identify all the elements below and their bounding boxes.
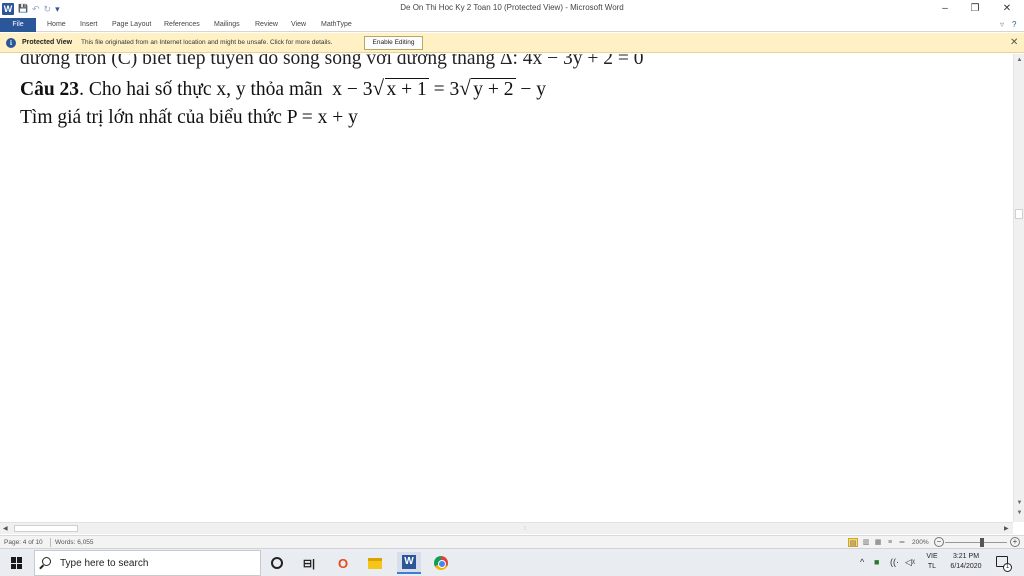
protected-view-close-icon[interactable]: ✕ (1010, 37, 1018, 48)
scroll-down-icon[interactable]: ▼ (1014, 500, 1024, 506)
horizontal-scrollbar[interactable]: ◀ ⁝ ▶ (0, 522, 1013, 534)
print-layout-view-icon[interactable]: ▤ (848, 538, 858, 547)
protected-view-bar: i Protected View This file originated fr… (0, 33, 1024, 53)
scroll-up-icon[interactable]: ▲ (1014, 57, 1024, 63)
notification-badge: 1 (1003, 563, 1012, 572)
zoom-out-button[interactable]: − (934, 537, 944, 547)
partial-line: đường tròn (C) biết tiếp tuyến đó song s… (20, 54, 644, 69)
web-layout-icon[interactable]: ▦ (873, 538, 883, 547)
start-button[interactable] (0, 549, 34, 576)
taskbar-search-box[interactable]: Type here to search (34, 550, 261, 576)
equation-part-b: = 3 (428, 79, 460, 100)
cortana-icon[interactable] (268, 554, 286, 572)
search-icon (42, 557, 51, 566)
scroll-left-icon[interactable]: ◀ (3, 525, 8, 532)
ribbon-tab-bar: File Home Insert Page Layout References … (0, 18, 1024, 32)
outline-view-icon[interactable]: ≡ (885, 538, 895, 547)
question-23-line: Câu 23. Cho hai số thực x, y thỏa mãn x … (20, 76, 644, 104)
window-title: De On Thi Hoc Ky 2 Toan 10 (Protected Vi… (400, 3, 624, 12)
security-tray-icon[interactable]: ■ (874, 557, 879, 567)
zoom-in-button[interactable]: + (1010, 537, 1020, 547)
enable-editing-button[interactable]: Enable Editing (364, 36, 423, 50)
tab-mailings[interactable]: Mailings (214, 20, 240, 30)
minimize-button[interactable]: – (938, 2, 952, 16)
file-explorer-icon[interactable] (366, 554, 384, 572)
clock-date: 6/14/2020 (950, 563, 982, 570)
word-taskbar-icon[interactable]: W (397, 552, 421, 574)
horizontal-scroll-thumb[interactable] (14, 525, 78, 532)
word-count[interactable]: Words: 6,055 (55, 538, 94, 547)
zoom-slider-thumb[interactable] (980, 538, 985, 547)
vertical-scrollbar[interactable]: ▲ ▼ ▼ (1013, 54, 1024, 522)
protected-view-title: Protected View (22, 39, 73, 46)
input-language[interactable]: VIE TL (922, 552, 942, 572)
taskbar-clock[interactable]: 3:21 PM 6/14/2020 (944, 552, 988, 572)
volume-icon[interactable]: ◁ᵡ (905, 557, 915, 567)
tab-mathtype[interactable]: MathType (321, 20, 352, 30)
title-bar: W 💾 ↶ ↻ ▾ De On Thi Hoc Ky 2 Toan 10 (Pr… (0, 0, 1024, 18)
status-separator (50, 538, 51, 547)
tab-file[interactable]: File (0, 18, 36, 32)
draft-view-icon[interactable]: ═ (897, 538, 907, 547)
equation-part-c: − y (515, 79, 547, 100)
input-method: TL (927, 563, 937, 570)
sqrt-symbol: √ (459, 76, 471, 100)
sqrt-radicand-y: y + 2 (471, 78, 516, 100)
zoom-level[interactable]: 200% (912, 538, 929, 547)
vertical-scroll-thumb[interactable] (1015, 209, 1023, 219)
question-23-text: . Cho hai số thực x, y thỏa mãn (79, 79, 323, 100)
collapse-ribbon-icon[interactable]: ▿ (1000, 20, 1004, 30)
question-23-label: Câu 23 (20, 79, 80, 100)
tab-home[interactable]: Home (47, 20, 66, 30)
document-text: đường tròn (C) biết tiếp tuyến đó song s… (20, 54, 644, 132)
clock-time: 3:21 PM (952, 553, 980, 560)
network-icon[interactable]: ((· (890, 557, 899, 567)
tab-insert[interactable]: Insert (80, 20, 98, 30)
task-view-icon[interactable]: ⊟| (300, 554, 318, 572)
windows-logo-icon (11, 557, 23, 569)
chrome-icon[interactable] (432, 554, 450, 572)
scroll-grip-icon: ⁝ (524, 526, 526, 532)
maximize-button[interactable]: ❐ (968, 2, 982, 16)
info-icon: i (6, 38, 16, 48)
word-letter: W (402, 555, 416, 569)
sqrt-y-plus-2: √ y + 2 (459, 76, 516, 104)
protected-view-message[interactable]: This file originated from an Internet lo… (81, 39, 332, 46)
document-area[interactable]: đường tròn (C) biết tiếp tuyến đó song s… (0, 54, 1013, 522)
equation-part-a: x − 3 (332, 79, 373, 100)
sqrt-symbol: √ (372, 76, 385, 100)
tab-review[interactable]: Review (255, 20, 278, 30)
office-icon[interactable]: O (334, 554, 352, 572)
tab-references[interactable]: References (164, 20, 200, 30)
close-button[interactable]: ✕ (1000, 2, 1014, 16)
scroll-page-down-icon[interactable]: ▼ (1014, 510, 1024, 516)
sqrt-radicand-x: x + 1 (384, 78, 429, 100)
tab-page-layout[interactable]: Page Layout (112, 20, 151, 30)
sqrt-x-plus-1: √ x + 1 (373, 76, 429, 104)
question-23-line-2: Tìm giá trị lớn nhất của biểu thức P = x… (20, 107, 358, 128)
zoom-slider[interactable] (945, 542, 1007, 543)
tab-view[interactable]: View (291, 20, 306, 30)
language-code: VIE (926, 553, 938, 560)
status-bar: Page: 4 of 10 Words: 6,055 ▤ ▥ ▦ ≡ ═ 200… (0, 535, 1024, 548)
search-placeholder: Type here to search (60, 558, 149, 569)
help-icon[interactable]: ? (1012, 20, 1016, 30)
show-hidden-icons[interactable]: ^ (860, 557, 864, 567)
scroll-right-icon[interactable]: ▶ (1004, 525, 1009, 532)
windows-taskbar: Type here to search ⊟| O W ^ ■ ((· ◁ᵡ VI… (0, 548, 1024, 576)
page-count[interactable]: Page: 4 of 10 (4, 538, 43, 547)
full-screen-reading-icon[interactable]: ▥ (861, 538, 871, 547)
